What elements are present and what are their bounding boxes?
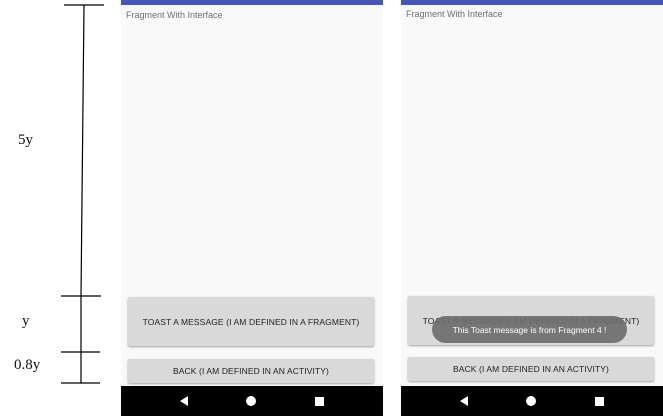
phone-screen-after: Fragment With Interface TOAST A MESSAGE … (401, 0, 663, 416)
label-5y: 5y (18, 132, 33, 148)
toast-message-button[interactable]: TOAST A MESSAGE (I AM DEFINED IN A FRAGM… (128, 297, 374, 346)
ratio-ruler (61, 4, 104, 384)
recents-square-icon[interactable] (314, 396, 324, 406)
ruler-line-5y (80, 4, 85, 297)
navigation-bar (121, 386, 383, 416)
label-0-8y: 0.8y (14, 357, 41, 373)
phone-screen-before: Fragment With Interface TOAST A MESSAGE … (121, 0, 383, 416)
home-circle-icon[interactable] (246, 396, 257, 406)
back-triangle-icon[interactable] (460, 396, 469, 406)
back-button[interactable]: BACK (I AM DEFINED IN AN ACTIVITY) (408, 357, 654, 381)
recents-square-icon[interactable] (594, 396, 604, 406)
action-bar-strip (121, 0, 383, 5)
fragment-title: Fragment With Interface (126, 10, 223, 20)
action-bar-strip (401, 0, 663, 5)
fragment-title: Fragment With Interface (406, 9, 503, 19)
navigation-bar (401, 386, 663, 416)
back-triangle-icon[interactable] (180, 396, 189, 406)
label-y: y (22, 313, 30, 329)
toast-popup: This Toast message is from Fragment 4 ! (432, 316, 627, 343)
back-button[interactable]: BACK (I AM DEFINED IN AN ACTIVITY) (128, 359, 374, 383)
ratio-annotation: 5y y 0.8y (0, 0, 120, 416)
home-circle-icon[interactable] (526, 396, 537, 406)
